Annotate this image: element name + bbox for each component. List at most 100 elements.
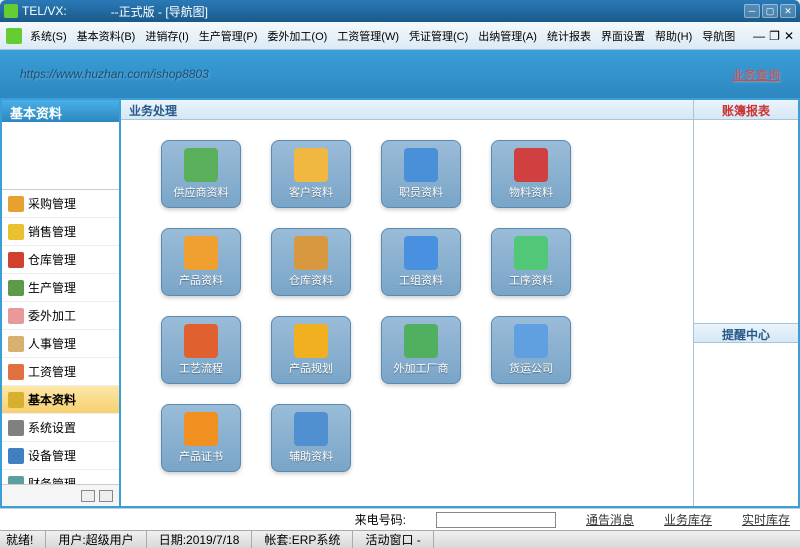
menu-0[interactable]: 系统(S) — [26, 26, 71, 46]
sidebar-item-icon — [8, 252, 24, 268]
sidebar-item-label: 工资管理 — [28, 363, 76, 380]
title-suffix: --正式版 - [导航图] — [111, 3, 208, 20]
sidebar-item-0[interactable]: 采购管理 — [2, 190, 119, 218]
sidebar-item-4[interactable]: 委外加工 — [2, 302, 119, 330]
business-stock-link[interactable]: 业务库存 — [664, 511, 712, 528]
inner-close-button[interactable]: ✕ — [784, 29, 794, 43]
sidebar-item-icon — [8, 364, 24, 380]
app-label: 供应商资料 — [174, 184, 229, 200]
app-glyph — [294, 412, 328, 446]
sidebar-item-3[interactable]: 生产管理 — [2, 274, 119, 302]
menu-4[interactable]: 委外加工(O) — [263, 26, 331, 46]
app-icon — [4, 4, 18, 18]
sidebar-item-icon — [8, 448, 24, 464]
menu-11[interactable]: 导航图 — [698, 26, 739, 46]
sidebar-view-list[interactable] — [99, 490, 113, 502]
app-icon-13[interactable]: 辅助资料 — [271, 404, 351, 472]
sidebar-list: 采购管理销售管理仓库管理生产管理委外加工人事管理工资管理基本资料系统设置设备管理… — [2, 190, 119, 484]
title-prefix: TEL/VX: — [22, 4, 67, 18]
app-label: 物料资料 — [509, 184, 553, 200]
menu-1[interactable]: 基本资料(B) — [73, 26, 140, 46]
close-button[interactable]: ✕ — [780, 4, 796, 18]
sidebar-image — [2, 122, 119, 190]
business-search-link[interactable]: 业务查询 — [732, 66, 780, 83]
menu-5[interactable]: 工资管理(W) — [333, 26, 403, 46]
minimize-button[interactable]: ─ — [744, 4, 760, 18]
menu-3[interactable]: 生产管理(P) — [195, 26, 262, 46]
menu-2[interactable]: 进销存(I) — [141, 26, 192, 46]
app-label: 外加工厂商 — [394, 360, 449, 376]
app-glyph — [184, 148, 218, 182]
sidebar-item-label: 财务管理 — [28, 475, 76, 484]
app-icon-7[interactable]: 工序资料 — [491, 228, 571, 296]
reminder-panel-body — [694, 343, 798, 506]
sidebar-footer — [2, 484, 119, 506]
app-icon-3[interactable]: 物料资料 — [491, 140, 571, 208]
status-user: 用户:超级用户 — [58, 531, 146, 548]
sidebar-item-8[interactable]: 系统设置 — [2, 414, 119, 442]
app-icon-1[interactable]: 客户资料 — [271, 140, 351, 208]
menu-8[interactable]: 统计报表 — [543, 26, 595, 46]
app-glyph — [184, 412, 218, 446]
main-section-title: 业务处理 — [121, 100, 693, 120]
menu-bar: 系统(S)基本资料(B)进销存(I)生产管理(P)委外加工(O)工资管理(W)凭… — [0, 22, 800, 50]
sidebar-item-label: 采购管理 — [28, 195, 76, 212]
sidebar-item-label: 生产管理 — [28, 279, 76, 296]
inner-minimize-button[interactable]: — — [753, 29, 765, 43]
maximize-button[interactable]: ▢ — [762, 4, 778, 18]
app-label: 产品证书 — [179, 448, 223, 464]
sidebar-item-9[interactable]: 设备管理 — [2, 442, 119, 470]
menu-10[interactable]: 帮助(H) — [651, 26, 696, 46]
sidebar-item-1[interactable]: 销售管理 — [2, 218, 119, 246]
app-label: 产品规划 — [289, 360, 333, 376]
reminder-panel-title[interactable]: 提醒中心 — [694, 323, 798, 343]
app-label: 客户资料 — [289, 184, 333, 200]
app-glyph — [294, 236, 328, 270]
report-panel-title[interactable]: 账簿报表 — [694, 100, 798, 120]
app-glyph — [514, 148, 548, 182]
sidebar-item-icon — [8, 280, 24, 296]
sidebar-item-7[interactable]: 基本资料 — [2, 386, 119, 414]
app-icon-8[interactable]: 工艺流程 — [161, 316, 241, 384]
sidebar-view-icons[interactable] — [81, 490, 95, 502]
sidebar-item-10[interactable]: 财务管理 — [2, 470, 119, 484]
app-label: 仓库资料 — [289, 272, 333, 288]
app-icon-0[interactable]: 供应商资料 — [161, 140, 241, 208]
app-glyph — [184, 236, 218, 270]
status-bar: 就绪! 用户:超级用户 日期:2019/7/18 帐套:ERP系统 活动窗口 - — [0, 530, 800, 548]
status-window: 活动窗口 - — [365, 531, 433, 548]
report-panel-body — [694, 120, 798, 323]
app-glyph — [404, 324, 438, 358]
caller-input[interactable] — [436, 512, 556, 528]
menu-7[interactable]: 出纳管理(A) — [474, 26, 541, 46]
app-icon-2[interactable]: 职员资料 — [381, 140, 461, 208]
menu-9[interactable]: 界面设置 — [597, 26, 649, 46]
app-label: 工艺流程 — [179, 360, 223, 376]
app-icon-9[interactable]: 产品规划 — [271, 316, 351, 384]
app-glyph — [514, 324, 548, 358]
app-label: 工组资料 — [399, 272, 443, 288]
footer-bar: 来电号码: 通告消息 业务库存 实时库存 — [0, 508, 800, 530]
sidebar-item-5[interactable]: 人事管理 — [2, 330, 119, 358]
sidebar-item-label: 人事管理 — [28, 335, 76, 352]
icon-grid: 供应商资料 客户资料 职员资料物料资料产品资料 仓库资料 工组资料 工序资料工艺流程 产品规… — [121, 120, 693, 506]
app-label: 产品资料 — [179, 272, 223, 288]
app-icon-4[interactable]: 产品资料 — [161, 228, 241, 296]
sidebar-item-icon — [8, 196, 24, 212]
app-icon-10[interactable]: 外加工厂商 — [381, 316, 461, 384]
app-icon-11[interactable]: 货运公司 — [491, 316, 571, 384]
sidebar-item-label: 销售管理 — [28, 223, 76, 240]
app-icon-12[interactable]: 产品证书 — [161, 404, 241, 472]
app-icon-6[interactable]: 工组资料 — [381, 228, 461, 296]
app-glyph — [514, 236, 548, 270]
sidebar-item-2[interactable]: 仓库管理 — [2, 246, 119, 274]
app-icon-5[interactable]: 仓库资料 — [271, 228, 351, 296]
realtime-stock-link[interactable]: 实时库存 — [742, 511, 790, 528]
announcement-link[interactable]: 通告消息 — [586, 511, 634, 528]
app-label: 辅助资料 — [289, 448, 333, 464]
sidebar-item-6[interactable]: 工资管理 — [2, 358, 119, 386]
sidebar-item-icon — [8, 308, 24, 324]
status-date: 日期:2019/7/18 — [159, 531, 253, 548]
menu-6[interactable]: 凭证管理(C) — [405, 26, 472, 46]
inner-restore-button[interactable]: ❐ — [769, 29, 780, 43]
